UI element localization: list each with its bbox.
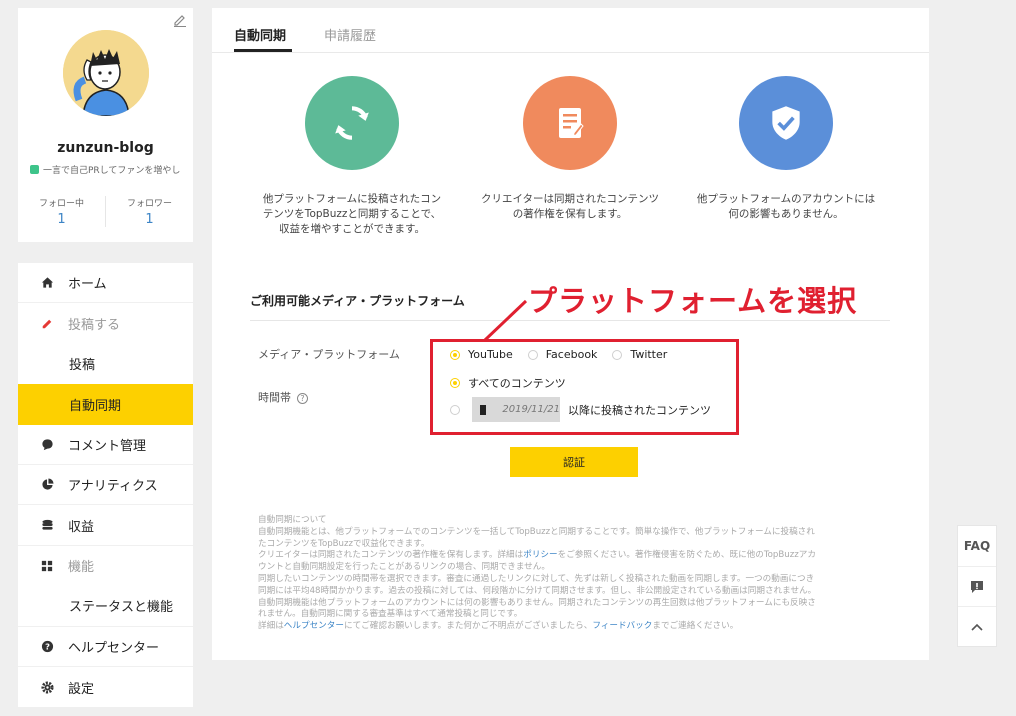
info-text-span: 詳細は (258, 621, 284, 632)
info-line: 同期したいコンテンツの時間帯を選択できます。審査に通過したリンクに対して、先ずは… (258, 573, 815, 584)
followers-stat[interactable]: フォロワー 1 (105, 196, 193, 227)
main-panel: 自動同期 申請履歴 他プラットフォームに投稿されたコンテンツをTopBuzzと同… (212, 8, 929, 660)
info-text: 自動同期について 自動同期機能とは、他プラットフォームでのコンテンツを一括してT… (258, 515, 888, 633)
grid-icon (40, 559, 54, 573)
info-line: 詳細はヘルプセンターにてご確認お願いします。また何かご不明点がございましたら、フ… (258, 621, 888, 633)
sidebar-item-settings[interactable]: 設定 (18, 667, 193, 707)
info-line: 自動同期機能は他プラットフォームのアカウントには何の影響もありません。同期された… (258, 597, 816, 608)
coins-icon (40, 518, 54, 532)
help-center-link[interactable]: ヘルプセンター (284, 621, 344, 631)
faq-button[interactable]: FAQ (958, 526, 996, 566)
pencil-icon (40, 317, 54, 331)
following-label: フォロー中 (38, 199, 84, 209)
sidebar-item-comments[interactable]: コメント管理 (18, 425, 193, 465)
scroll-top-button[interactable] (958, 606, 996, 646)
sidebar-item-label: 設定 (68, 681, 95, 697)
tab-history[interactable]: 申請履歴 (324, 25, 376, 44)
pie-chart-icon (40, 478, 54, 492)
time-label: 時間帯? (258, 389, 308, 405)
platform-label: メディア・プラットフォーム (258, 348, 400, 361)
feature-text: クリエイターは同期されたコンテンツの著作権を保有します。 (480, 193, 660, 220)
feature-text: 他プラットフォームに投稿されたコンテンツをTopBuzzと同期することで、収益を… (262, 193, 442, 235)
sidebar-item-label: 自動同期 (69, 398, 122, 414)
edit-icon[interactable] (173, 13, 187, 27)
info-line: ウントと自動同期設定を行ったことがあるリンクの場合、同期できません。 (258, 562, 550, 573)
info-line: たコンテンツをTopBuzzで収益化できます。 (258, 538, 430, 549)
sidebar-item-help-center[interactable]: ? ヘルプセンター (18, 627, 193, 667)
sidebar-item-post[interactable]: 投稿する (18, 303, 193, 343)
sidebar-item-label: 投稿する (68, 318, 121, 334)
chevron-up-icon (971, 623, 983, 631)
sidebar-item-revenue[interactable]: 収益 (18, 505, 193, 546)
bio[interactable]: 一言で自己PRしてファンを増やし (30, 163, 190, 176)
info-line: 自動同期機能とは、他プラットフォームでのコンテンツを一括してTopBuzzと同期… (258, 526, 815, 537)
avatar-illustration-icon (63, 30, 149, 116)
sidebar-item-home[interactable]: ホーム (18, 263, 193, 304)
sidebar-item-label: 投稿 (69, 358, 96, 374)
tab-bar: 自動同期 申請履歴 (212, 8, 929, 53)
sidebar-nav: ホーム 投稿する 投稿 自動同期 コメント管理 アナリティクス 収益 機能 ステ… (18, 263, 193, 708)
annotation-pointer (483, 299, 528, 342)
info-title: 自動同期について (258, 515, 327, 525)
time-label-text: 時間帯 (258, 391, 291, 404)
svg-text:?: ? (45, 641, 50, 651)
sidebar-item-label: 収益 (68, 519, 95, 535)
info-line: れません。自動同期に関する審査基準はすべて通常投稿と同じです。 (258, 609, 523, 620)
info-line: クリエイターは同期されたコンテンツの著作権を保有します。詳細はポリシーをご参照く… (258, 550, 888, 562)
sidebar-item-label: ホーム (68, 277, 107, 293)
tab-auto-sync[interactable]: 自動同期 (234, 25, 286, 44)
feedback-icon (971, 580, 983, 593)
highlight-box (430, 339, 739, 435)
active-tab-underline (234, 49, 292, 52)
sync-icon (305, 76, 399, 170)
section-title: ご利用可能メディア・プラットフォーム (250, 294, 465, 308)
sidebar-item-label: アナリティクス (68, 479, 158, 495)
sidebar-item-features[interactable]: 機能 (18, 546, 193, 586)
sidebar-item-label: コメント管理 (68, 438, 147, 454)
bio-icon (30, 165, 39, 174)
comment-icon (40, 437, 54, 451)
sidebar-item-auto-sync[interactable]: 自動同期 (18, 384, 193, 425)
feedback-button[interactable] (958, 566, 996, 606)
policy-link[interactable]: ポリシー (523, 550, 557, 560)
info-text-span: クリエイターは同期されたコンテンツの著作権を保有します。詳細は (258, 550, 524, 561)
shield-check-icon (739, 76, 833, 170)
question-icon[interactable]: ? (297, 392, 308, 404)
sidebar-item-label: ステータスと機能 (69, 600, 174, 616)
sidebar-item-label: ヘルプセンター (68, 640, 160, 656)
info-text-span: をご参照ください。著作権侵害を防ぐため、既に他のTopBuzzアカ (557, 550, 816, 561)
sidebar-item-status-features[interactable]: ステータスと機能 (18, 586, 193, 627)
profile-stats: フォロー中 1 フォロワー 1 (18, 196, 193, 227)
section-divider (250, 320, 890, 321)
help-circle-icon: ? (40, 639, 54, 653)
home-icon (40, 276, 54, 290)
feature-text: 他プラットフォームのアカウントには何の影響もありません。 (696, 193, 876, 220)
feature-sync: 他プラットフォームに投稿されたコンテンツをTopBuzzと同期することで、収益を… (262, 76, 442, 237)
bio-text: 一言で自己PRしてファンを増やし (43, 166, 181, 176)
floating-toolbar: FAQ (957, 525, 997, 647)
following-count: 1 (57, 212, 66, 227)
feature-copyright: クリエイターは同期されたコンテンツの著作権を保有します。 (480, 76, 660, 222)
following-stat[interactable]: フォロー中 1 (18, 196, 105, 227)
verify-button[interactable]: 認証 (510, 447, 638, 477)
info-text-span: にてご確認お願いします。また何かご不明点がございましたら、 (343, 621, 593, 632)
profile-card: zunzun-blog 一言で自己PRしてファンを増やし フォロー中 1 フォロ… (18, 8, 193, 242)
followers-label: フォロワー (126, 199, 172, 209)
gear-icon (40, 680, 54, 694)
username: zunzun-blog (57, 140, 154, 156)
sidebar-item-label: 機能 (68, 560, 95, 576)
annotation-text: プラットフォームを選択 (528, 284, 858, 318)
avatar[interactable] (63, 30, 149, 116)
followers-count: 1 (145, 212, 154, 227)
info-text-span: までご連絡ください。 (652, 621, 739, 632)
sidebar-item-post-sub[interactable]: 投稿 (18, 344, 193, 384)
feature-no-impact: 他プラットフォームのアカウントには何の影響もありません。 (696, 76, 876, 222)
sidebar-item-analytics[interactable]: アナリティクス (18, 465, 193, 506)
feedback-link[interactable]: フィードバック (592, 621, 652, 631)
document-icon (523, 76, 617, 170)
info-line: 同期には平均48時間かかります。過去の投稿に対しては、何段階かに分けて同期させま… (258, 585, 817, 596)
